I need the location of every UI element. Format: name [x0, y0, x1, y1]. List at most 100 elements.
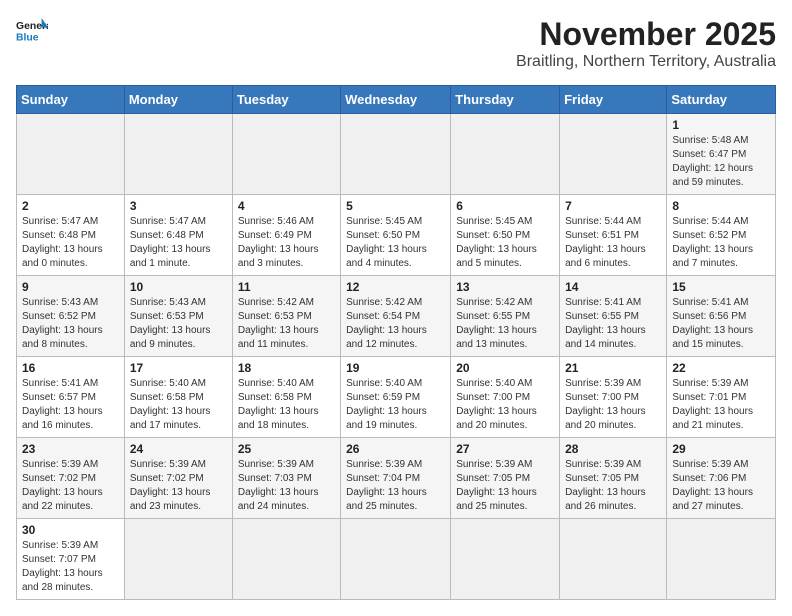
day-content: Sunrise: 5:39 AMSunset: 7:06 PMDaylight:… [672, 458, 770, 514]
day-number: 30 [22, 523, 119, 537]
day-number: 11 [238, 280, 335, 294]
day-content: Sunrise: 5:39 AMSunset: 7:04 PMDaylight:… [346, 458, 445, 514]
calendar-day-cell [232, 114, 340, 195]
calendar-day-cell: 11 Sunrise: 5:42 AMSunset: 6:53 PMDayligh… [232, 276, 340, 357]
calendar-day-cell: 7 Sunrise: 5:44 AMSunset: 6:51 PMDaylight… [560, 195, 667, 276]
calendar-day-cell [124, 114, 232, 195]
day-number: 16 [22, 361, 119, 375]
calendar-day-cell [17, 114, 125, 195]
day-content: Sunrise: 5:40 AMSunset: 6:58 PMDaylight:… [238, 377, 335, 433]
calendar-week-row: 2 Sunrise: 5:47 AMSunset: 6:48 PMDaylight… [17, 195, 776, 276]
calendar-day-cell: 3Sunrise: 5:47 AMSunset: 6:48 PMDaylight… [124, 195, 232, 276]
calendar-day-cell: 23 Sunrise: 5:39 AMSunset: 7:02 PMDayligh… [17, 438, 125, 519]
calendar-day-cell: 1Sunrise: 5:48 AMSunset: 6:47 PMDaylight… [667, 114, 776, 195]
calendar-header-row: SundayMondayTuesdayWednesdayThursdayFrid… [17, 86, 776, 114]
calendar-day-cell: 12 Sunrise: 5:42 AMSunset: 6:54 PMDayligh… [341, 276, 451, 357]
day-content: Sunrise: 5:41 AMSunset: 6:55 PMDaylight:… [565, 296, 661, 352]
day-of-week-header: Tuesday [232, 86, 340, 114]
calendar-day-cell: 28Sunrise: 5:39 AMSunset: 7:05 PMDayligh… [560, 438, 667, 519]
calendar-day-cell: 29 Sunrise: 5:39 AMSunset: 7:06 PMDayligh… [667, 438, 776, 519]
calendar-week-row: 1Sunrise: 5:48 AMSunset: 6:47 PMDaylight… [17, 114, 776, 195]
calendar-week-row: 16 Sunrise: 5:41 AMSunset: 6:57 PMDayligh… [17, 357, 776, 438]
calendar-day-cell: 2 Sunrise: 5:47 AMSunset: 6:48 PMDaylight… [17, 195, 125, 276]
day-number: 12 [346, 280, 445, 294]
day-number: 18 [238, 361, 335, 375]
day-number: 6 [456, 199, 554, 213]
day-content: Sunrise: 5:47 AMSunset: 6:48 PMDaylight:… [22, 215, 119, 271]
location-subtitle: Braitling, Northern Territory, Australia [516, 53, 776, 71]
day-number: 28 [565, 442, 661, 456]
svg-text:Blue: Blue [16, 32, 39, 43]
calendar-day-cell [124, 519, 232, 600]
calendar-week-row: 9 Sunrise: 5:43 AMSunset: 6:52 PMDaylight… [17, 276, 776, 357]
month-year-title: November 2025 [516, 16, 776, 53]
day-content: Sunrise: 5:44 AMSunset: 6:52 PMDaylight:… [672, 215, 770, 271]
day-of-week-header: Thursday [451, 86, 560, 114]
day-content: Sunrise: 5:44 AMSunset: 6:51 PMDaylight:… [565, 215, 661, 271]
day-number: 7 [565, 199, 661, 213]
day-content: Sunrise: 5:39 AMSunset: 7:02 PMDaylight:… [130, 458, 227, 514]
calendar-header: November 2025 Braitling, Northern Territ… [516, 16, 776, 71]
day-number: 27 [456, 442, 554, 456]
day-number: 5 [346, 199, 445, 213]
day-number: 9 [22, 280, 119, 294]
day-number: 19 [346, 361, 445, 375]
calendar-day-cell [451, 519, 560, 600]
day-content: Sunrise: 5:45 AMSunset: 6:50 PMDaylight:… [346, 215, 445, 271]
calendar-day-cell: 18 Sunrise: 5:40 AMSunset: 6:58 PMDayligh… [232, 357, 340, 438]
day-content: Sunrise: 5:43 AMSunset: 6:52 PMDaylight:… [22, 296, 119, 352]
day-number: 21 [565, 361, 661, 375]
day-content: Sunrise: 5:45 AMSunset: 6:50 PMDaylight:… [456, 215, 554, 271]
calendar-week-row: 30 Sunrise: 5:39 AMSunset: 7:07 PMDayligh… [17, 519, 776, 600]
day-number: 14 [565, 280, 661, 294]
calendar-day-cell: 21Sunrise: 5:39 AMSunset: 7:00 PMDayligh… [560, 357, 667, 438]
day-content: Sunrise: 5:42 AMSunset: 6:53 PMDaylight:… [238, 296, 335, 352]
calendar-day-cell: 17Sunrise: 5:40 AMSunset: 6:58 PMDayligh… [124, 357, 232, 438]
day-content: Sunrise: 5:39 AMSunset: 7:05 PMDaylight:… [456, 458, 554, 514]
day-content: Sunrise: 5:48 AMSunset: 6:47 PMDaylight:… [672, 134, 770, 190]
calendar-day-cell: 4 Sunrise: 5:46 AMSunset: 6:49 PMDaylight… [232, 195, 340, 276]
day-content: Sunrise: 5:46 AMSunset: 6:49 PMDaylight:… [238, 215, 335, 271]
calendar-day-cell: 26Sunrise: 5:39 AMSunset: 7:04 PMDayligh… [341, 438, 451, 519]
generalblue-logo-icon: General Blue [16, 16, 48, 44]
calendar-day-cell [232, 519, 340, 600]
calendar-day-cell: 14 Sunrise: 5:41 AMSunset: 6:55 PMDayligh… [560, 276, 667, 357]
calendar-day-cell [560, 114, 667, 195]
calendar-day-cell [560, 519, 667, 600]
day-content: Sunrise: 5:41 AMSunset: 6:56 PMDaylight:… [672, 296, 770, 352]
day-content: Sunrise: 5:47 AMSunset: 6:48 PMDaylight:… [130, 215, 227, 271]
calendar-day-cell: 8 Sunrise: 5:44 AMSunset: 6:52 PMDaylight… [667, 195, 776, 276]
day-of-week-header: Saturday [667, 86, 776, 114]
calendar-week-row: 23 Sunrise: 5:39 AMSunset: 7:02 PMDayligh… [17, 438, 776, 519]
day-of-week-header: Sunday [17, 86, 125, 114]
day-number: 22 [672, 361, 770, 375]
day-number: 4 [238, 199, 335, 213]
calendar-day-cell: 30 Sunrise: 5:39 AMSunset: 7:07 PMDayligh… [17, 519, 125, 600]
day-content: Sunrise: 5:39 AMSunset: 7:07 PMDaylight:… [22, 539, 119, 595]
day-number: 8 [672, 199, 770, 213]
day-number: 23 [22, 442, 119, 456]
day-content: Sunrise: 5:42 AMSunset: 6:54 PMDaylight:… [346, 296, 445, 352]
day-of-week-header: Wednesday [341, 86, 451, 114]
calendar-day-cell: 16 Sunrise: 5:41 AMSunset: 6:57 PMDayligh… [17, 357, 125, 438]
day-number: 24 [130, 442, 227, 456]
day-number: 2 [22, 199, 119, 213]
day-number: 17 [130, 361, 227, 375]
calendar-day-cell [341, 114, 451, 195]
calendar-day-cell: 13Sunrise: 5:42 AMSunset: 6:55 PMDayligh… [451, 276, 560, 357]
day-content: Sunrise: 5:39 AMSunset: 7:02 PMDaylight:… [22, 458, 119, 514]
day-content: Sunrise: 5:41 AMSunset: 6:57 PMDaylight:… [22, 377, 119, 433]
calendar-day-cell: 22 Sunrise: 5:39 AMSunset: 7:01 PMDayligh… [667, 357, 776, 438]
day-number: 20 [456, 361, 554, 375]
day-of-week-header: Monday [124, 86, 232, 114]
calendar-day-cell: 15 Sunrise: 5:41 AMSunset: 6:56 PMDayligh… [667, 276, 776, 357]
calendar-day-cell [667, 519, 776, 600]
day-number: 15 [672, 280, 770, 294]
calendar-day-cell: 20Sunrise: 5:40 AMSunset: 7:00 PMDayligh… [451, 357, 560, 438]
calendar-day-cell: 5 Sunrise: 5:45 AMSunset: 6:50 PMDaylight… [341, 195, 451, 276]
day-number: 13 [456, 280, 554, 294]
calendar-day-cell: 9 Sunrise: 5:43 AMSunset: 6:52 PMDaylight… [17, 276, 125, 357]
day-content: Sunrise: 5:39 AMSunset: 7:01 PMDaylight:… [672, 377, 770, 433]
day-number: 29 [672, 442, 770, 456]
calendar-day-cell: 25Sunrise: 5:39 AMSunset: 7:03 PMDayligh… [232, 438, 340, 519]
